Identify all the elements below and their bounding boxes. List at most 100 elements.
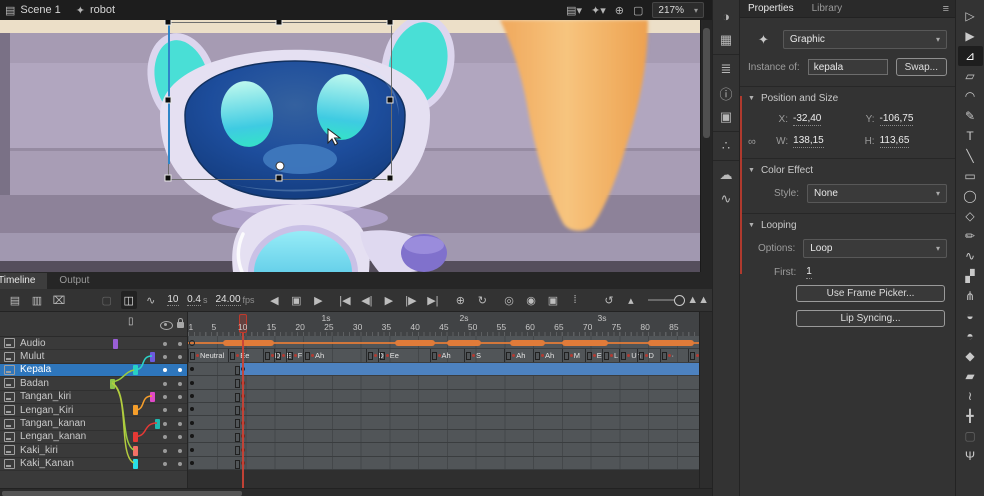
info-panel-icon[interactable]: ⓘ [713,81,739,105]
lip-syncing-button[interactable]: Lip Syncing... [796,310,945,327]
hand-tool[interactable]: Ψ [958,446,983,466]
parent-color-block[interactable] [113,339,118,349]
layer-lock-dot[interactable] [178,395,182,399]
edit-multiple-frames-button[interactable]: ▣ [545,291,561,309]
layer-row-tangan_kanan[interactable]: Tangan_kanan [0,417,187,430]
parent-color-block[interactable] [155,419,160,429]
tab-timeline[interactable]: Timeline [0,273,47,289]
zoom-out-timeline-button[interactable]: ▴ [623,291,639,309]
show-parenting-view-button[interactable]: ◫ [121,291,137,309]
timeline-zoom-slider[interactable] [648,299,678,301]
edit-symbol-icon[interactable]: ✦▾ [591,4,606,17]
step-forward-one-button[interactable]: ▶ [310,291,326,309]
cc-libraries-panel-icon[interactable]: ☁ [713,163,739,187]
color-style-select[interactable]: None ▾ [807,184,947,203]
layer-lock-dot[interactable] [178,435,182,439]
keyframe-dot[interactable] [190,434,194,438]
layer-visibility-dot[interactable] [163,368,167,372]
layer-lock-dot[interactable] [178,422,182,426]
parent-color-block[interactable] [150,392,155,402]
transform-handle[interactable] [165,20,172,26]
frame-row-kaki_kanan[interactable] [188,457,700,470]
position-size-section-header[interactable]: ▼ Position and Size [740,93,955,104]
eye-visibility-icon[interactable] [160,321,173,330]
pen-tool[interactable]: ✎ [958,106,983,126]
layer-visibility-dot[interactable] [163,408,167,412]
gradient-transform-tool[interactable]: ▱ [958,66,983,86]
symbol-breadcrumb[interactable]: robot [90,4,115,16]
new-layer-button[interactable]: ▤ [7,291,23,309]
asset-pin-tool[interactable]: ╋ [958,406,983,426]
y-value[interactable]: -106,75 [880,113,914,126]
delete-layer-button[interactable]: ⌧ [51,291,67,309]
parent-color-block[interactable] [133,365,138,375]
eyedropper-tool[interactable]: ◆ [958,346,983,366]
loop-frames-button[interactable]: ↻ [474,291,490,309]
edit-scene-icon[interactable]: ▤▾ [566,4,582,17]
lock-icon[interactable] [177,322,184,328]
zoom-in-timeline-button[interactable]: ▲▲ [687,291,709,309]
layer-lock-dot[interactable] [178,408,182,412]
frames-pane[interactable]: 15101520253035404550556065707580851s2s3s… [188,312,712,488]
layer-visibility-dot[interactable] [163,382,167,386]
timeline-ruler[interactable]: 15101520253035404550556065707580851s2s3s [188,312,700,337]
current-frame-marker-button[interactable]: ▣ [288,291,304,309]
layer-visibility-dot[interactable] [163,342,167,346]
align-panel-icon[interactable]: ≣ [713,57,739,81]
first-frame-value[interactable]: 1 [806,266,812,279]
tab-properties[interactable]: Properties [748,3,794,14]
polystar-tool[interactable]: ◇ [958,206,983,226]
selected-frame-span[interactable] [240,363,700,375]
frame-row-audio[interactable] [188,336,700,349]
add-camera-button[interactable]: ▢ [99,291,115,309]
graph-editor-button[interactable]: ∿ [143,291,159,309]
step-back-button[interactable]: ◀| [359,291,375,309]
parent-color-block[interactable] [133,446,138,456]
stage-zoom-select[interactable]: 217% ▾ [652,2,704,18]
layer-lock-dot[interactable] [178,462,182,466]
subselection-tool[interactable]: ▶ [958,26,983,46]
lip-sync-segment[interactable]: M [562,349,580,361]
layer-row-lengan_kanan[interactable]: Lengan_kanan [0,431,187,444]
stage-vertical-scrollbar[interactable] [700,20,712,272]
parent-color-block[interactable] [150,352,155,362]
frame-row-kaki_kiri[interactable] [188,443,700,456]
panel-menu-icon[interactable]: ≡ [943,3,949,15]
line-tool[interactable]: ╲ [958,146,983,166]
rectangle-tool[interactable]: ▭ [958,166,983,186]
layer-row-tangan_kiri[interactable]: Tangan_kiri [0,391,187,404]
onion-skin-button[interactable]: ◎ [501,291,517,309]
parent-color-block[interactable] [110,379,115,389]
keyframe-dot[interactable] [190,448,194,452]
text-tool[interactable]: T [958,126,983,146]
pencil-tool[interactable]: ✏ [958,226,983,246]
layer-row-audio[interactable]: Audio [0,337,187,350]
frame-row-tangan_kiri[interactable] [188,390,700,403]
paint-brush-tool[interactable]: ∿ [958,246,983,266]
lip-sync-segment[interactable]: Ah [504,349,525,361]
lip-sync-segment[interactable]: L [602,349,618,361]
frame-row-lengan_kanan[interactable] [188,430,700,443]
brush-library-panel-icon[interactable]: ∴ [713,134,739,161]
transform-handle[interactable] [387,175,394,182]
keyframe-dot[interactable] [190,461,194,465]
free-transform-tool[interactable]: ⊿ [958,46,983,66]
lasso-tool[interactable]: ◠ [958,86,983,106]
transform-handle[interactable] [276,20,283,26]
layer-visibility-dot[interactable] [163,395,167,399]
play-button[interactable]: ▶ [381,291,397,309]
x-value[interactable]: -32,40 [793,113,821,126]
layer-row-kepala[interactable]: Kepala [0,364,187,377]
layer-row-kaki_kiri[interactable]: Kaki_kiri [0,444,187,457]
transform-handle[interactable] [387,20,394,26]
keyframe-dot[interactable] [190,421,194,425]
transform-handle[interactable] [387,97,394,104]
layer-lock-dot[interactable] [178,355,182,359]
center-stage-icon[interactable]: ⊕ [615,4,624,17]
layer-row-kaki_kanan[interactable]: Kaki_Kanan [0,458,187,471]
layer-visibility-dot[interactable] [163,422,167,426]
timeline-horizontal-scrollbar[interactable] [0,488,712,496]
lip-sync-segment[interactable]: Ee [228,349,249,361]
step-back-one-button[interactable]: ◀ [266,291,282,309]
instance-name-field[interactable]: kepala [808,59,888,75]
